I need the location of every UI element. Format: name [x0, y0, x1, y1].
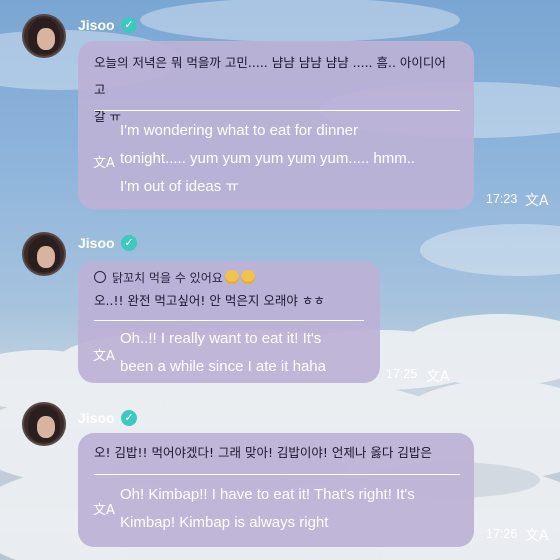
smile-emoji-icon [224, 270, 239, 284]
translated-text: Oh! Kimbap!! I have to eat it! That's ri… [120, 481, 415, 537]
translate-icon[interactable]: 文A [525, 525, 549, 545]
verified-icon: ✓ [121, 17, 137, 33]
timestamp: 17:25 [386, 367, 418, 381]
translated-line: tonight..... yum yum yum yum yum..... hm… [120, 150, 416, 167]
translate-icon: 文A [93, 503, 115, 518]
translated-line: I'm out of ideas ㅠ [120, 178, 240, 195]
translated-line: Oh..!! I really want to eat it! It's [120, 330, 322, 347]
korean-text: 오! 김밥!! 먹어야겠다! 그래 맞아! 김밥이야! 언제나 옳다 김밥은 [94, 439, 460, 466]
translate-icon: 文A [93, 156, 115, 171]
korean-text: 오..!! 완전 먹고싶어! 안 먹은지 오래야 ㅎㅎ [94, 290, 366, 312]
reply-quote: 닭꼬치 먹을 수 있어요 [94, 268, 255, 288]
timestamp: 17:23 [486, 192, 518, 206]
reply-text: 닭꼬치 먹을 수 있어요 [112, 271, 223, 285]
message-bubble[interactable]: 닭꼬치 먹을 수 있어요 오..!! 완전 먹고싶어! 안 먹은지 오래야 ㅎㅎ… [78, 261, 380, 383]
message-bubble[interactable]: 오! 김밥!! 먹어야겠다! 그래 맞아! 김밥이야! 언제나 옳다 김밥은 文… [78, 433, 474, 547]
translated-line: been a while since I ate it haha [120, 358, 326, 375]
avatar[interactable] [22, 14, 66, 58]
translate-icon: 文A [93, 349, 115, 364]
translated-text: I'm wondering what to eat for dinner ton… [120, 117, 415, 201]
korean-line: 오늘의 저녁은 뭐 먹을까 고민..... 냠냠 냠냠 냠냠 ..... 흠..… [94, 55, 446, 97]
korean-line: 오! 김밥!! 먹어야겠다! 그래 맞아! 김밥이야! 언제나 옳다 김밥은 [94, 445, 432, 460]
avatar[interactable] [22, 402, 66, 446]
smile-emoji-icon [240, 270, 255, 284]
timestamp: 17:26 [486, 527, 518, 541]
translated-line: I'm wondering what to eat for dinner [120, 122, 358, 139]
sender-name: Jisoo [78, 410, 115, 426]
translated-line: Oh! Kimbap!! I have to eat it! That's ri… [120, 486, 415, 503]
divider [94, 320, 364, 321]
sender-name: Jisoo [78, 235, 115, 251]
divider [94, 474, 460, 475]
translated-line: Kimbap! Kimbap is always right [120, 514, 329, 531]
avatar[interactable] [22, 232, 66, 276]
message-bubble[interactable]: 오늘의 저녁은 뭐 먹을까 고민..... 냠냠 냠냠 냠냠 ..... 흠..… [78, 41, 474, 209]
verified-icon: ✓ [121, 235, 137, 251]
translated-text: Oh..!! I really want to eat it! It's bee… [120, 325, 326, 381]
sender-name: Jisoo [78, 17, 115, 33]
divider [94, 110, 460, 111]
reply-search-icon [94, 271, 106, 283]
verified-icon: ✓ [121, 410, 137, 426]
translate-icon[interactable]: 文A [426, 366, 450, 386]
translate-icon[interactable]: 文A [525, 190, 549, 210]
korean-line: 오..!! 완전 먹고싶어! 안 먹은지 오래야 ㅎㅎ [94, 293, 325, 308]
